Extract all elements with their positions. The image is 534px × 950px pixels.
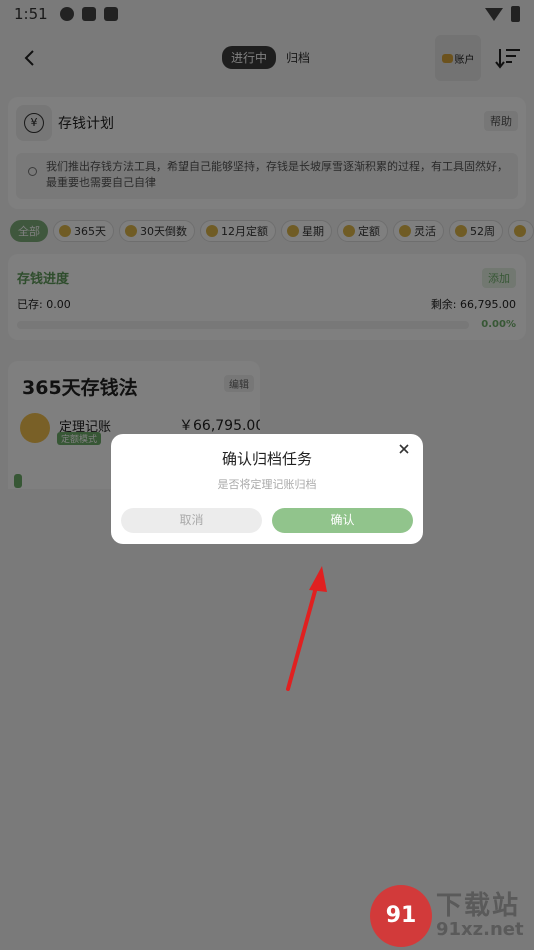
- watermark-url: 91xz.net: [436, 919, 524, 940]
- confirm-button[interactable]: 确认: [272, 508, 413, 533]
- close-icon: [399, 444, 409, 454]
- close-button[interactable]: [395, 440, 413, 458]
- archive-confirm-dialog: 确认归档任务 是否将定理记账归档 取消 确认: [111, 434, 423, 544]
- dialog-subtitle: 是否将定理记账归档: [217, 478, 317, 491]
- watermark: 91 下载站 91xz.net: [370, 885, 532, 947]
- cancel-button[interactable]: 取消: [121, 508, 262, 533]
- dialog-title: 确认归档任务: [221, 450, 312, 468]
- watermark-logo: 91: [370, 885, 432, 947]
- watermark-text: 下载站: [436, 891, 521, 921]
